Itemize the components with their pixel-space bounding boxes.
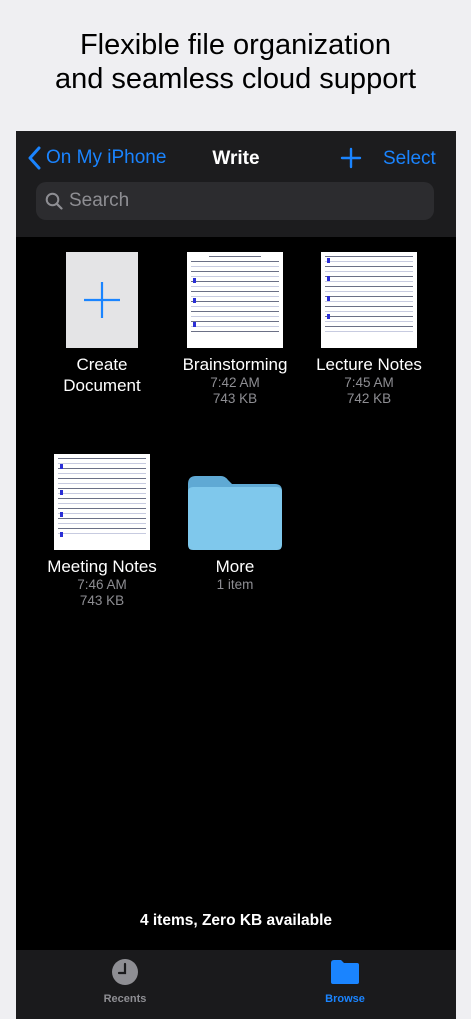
file-item-lecture-notes[interactable]: Lecture Notes 7:45 AM 742 KB [302, 252, 436, 407]
add-button[interactable] [339, 146, 363, 170]
file-name: Lecture Notes [316, 355, 422, 374]
search-bar[interactable] [36, 182, 434, 220]
create-document-label: Create Document [35, 354, 169, 396]
search-input[interactable] [69, 190, 409, 212]
file-size: 743 KB [212, 391, 258, 406]
file-item-meeting-notes[interactable]: Meeting Notes 7:46 AM 743 KB [35, 454, 169, 609]
create-label-line-2: Document [63, 376, 141, 395]
folder-icon [331, 960, 359, 984]
create-label-line-1: Create [76, 355, 128, 374]
back-button-label: On My iPhone [46, 147, 167, 168]
promo-line-1: Flexible file organization [79, 29, 392, 61]
file-size: 742 KB [346, 391, 392, 406]
file-name: Meeting Notes [47, 557, 157, 576]
file-item-brainstorming[interactable]: Brainstorming 7:42 AM 743 KB [168, 252, 302, 407]
folder-item-more[interactable]: More 1 item [168, 454, 302, 593]
create-document-thumbnail [66, 252, 138, 348]
create-document-button[interactable]: Create Document [35, 252, 169, 396]
chevron-left-icon [28, 146, 41, 170]
promo-headline: Flexible file organization and seamless … [0, 28, 471, 96]
phone-screen: On My iPhone Write Select Create Docu [16, 131, 456, 1019]
tab-recents-label: Recents [103, 993, 147, 1005]
navigation-bar: On My iPhone Write Select [16, 131, 456, 237]
document-thumbnail [321, 252, 417, 348]
tab-browse[interactable]: Browse [290, 958, 400, 1005]
file-time: 7:45 AM [344, 375, 394, 390]
promo-line-2: and seamless cloud support [54, 63, 417, 95]
file-time: 7:46 AM [77, 577, 127, 592]
plus-icon [84, 282, 120, 318]
folder-icon [188, 476, 282, 550]
folder-item-count: 1 item [216, 577, 254, 592]
document-thumbnail [187, 252, 283, 348]
tab-recents[interactable]: Recents [70, 958, 180, 1005]
file-name: Brainstorming [182, 355, 288, 374]
search-icon [45, 192, 63, 210]
tab-bar: Recents Browse [16, 950, 456, 1019]
select-button[interactable]: Select [383, 148, 436, 170]
storage-status: 4 items, Zero KB available [139, 912, 333, 929]
clock-icon [112, 959, 138, 985]
file-size: 743 KB [79, 593, 125, 608]
tab-browse-label: Browse [325, 993, 365, 1005]
folder-name: More [215, 557, 255, 576]
back-button[interactable]: On My iPhone [28, 145, 166, 171]
document-thumbnail [54, 454, 150, 550]
file-time: 7:42 AM [210, 375, 260, 390]
